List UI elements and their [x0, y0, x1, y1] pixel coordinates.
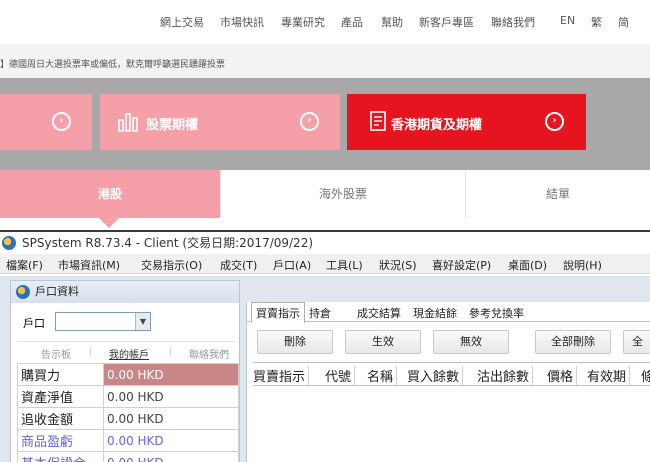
menu-market-info[interactable]: 市場資訊(M)	[58, 257, 120, 273]
row-value: 0.00 HKD	[103, 363, 239, 386]
tab-positions[interactable]: 持倉	[309, 305, 331, 321]
table-row: 追收金額 0.00 HKD	[17, 407, 239, 430]
row-value: 0.00 HKD	[103, 407, 239, 430]
menu-help[interactable]: 說明(H)	[563, 257, 602, 273]
arrow-circle-icon[interactable]: ›	[545, 112, 564, 131]
account-panel: 戶口資料 戶口 ▼ 告示板 | 我的帳戶 | 聯絡我們 購買力 0.00 HKD	[10, 280, 240, 462]
spsystem-window: SPSystem R8.73.4 - Client (交易日期:2017/09/…	[0, 230, 650, 462]
col-order[interactable]: 買賣指示	[253, 366, 310, 385]
col-price[interactable]: 價格	[547, 366, 578, 385]
tab-hk-stocks[interactable]: 港股	[0, 170, 220, 228]
nav-new-client[interactable]: 新客戶專區	[419, 14, 474, 30]
deactivate-button[interactable]: 無效	[433, 330, 509, 354]
tab-overseas-stocks[interactable]: 海外股票	[220, 170, 465, 218]
tab-trade-settlement[interactable]: 成交結算	[357, 305, 401, 321]
window-titlebar[interactable]: SPSystem R8.73.4 - Client (交易日期:2017/09/…	[0, 232, 650, 254]
row-value: 0.00 HKD	[103, 451, 239, 462]
tab-exchange-rates[interactable]: 參考兌換率	[469, 305, 524, 321]
account-subtabs: 告示板 | 我的帳戶 | 聯絡我們	[17, 341, 235, 361]
activate-button[interactable]: 生效	[345, 330, 421, 354]
nav-help[interactable]: 幫助	[381, 14, 403, 30]
menu-bar: 檔案(F) 市場資訊(M) 交易指示(O) 成交(T) 戶口(A) 工具(L) …	[0, 254, 650, 274]
arrow-circle-icon[interactable]: ›	[300, 112, 319, 131]
orders-panel: 買賣指示 持倉 成交結算 現金結餘 參考兌換率 刪除 生效 無效 全部刪除 全 …	[246, 302, 650, 462]
all-button[interactable]: 全	[623, 330, 650, 354]
col-condition[interactable]: 條	[641, 366, 650, 385]
tile-stock-options[interactable]: 股票期權 ›	[100, 94, 340, 150]
news-ticker[interactable]: 】德國周日大選投票率或偏低，默克爾呼籲選民踴躍投票	[0, 44, 650, 78]
lang-en[interactable]: EN	[560, 14, 575, 27]
account-select[interactable]: ▼	[55, 312, 151, 331]
table-row: 購買力 0.00 HKD	[17, 363, 239, 386]
row-value: 0.00 HKD	[103, 385, 239, 408]
subtab-contact-us[interactable]: 聯絡我們	[189, 346, 229, 361]
workspace: 戶口資料 戶口 ▼ 告示板 | 我的帳戶 | 聯絡我們 購買力 0.00 HKD	[0, 276, 650, 462]
row-label: 追收金額	[17, 407, 104, 430]
menu-orders[interactable]: 交易指示(O)	[141, 257, 202, 273]
delete-all-button[interactable]: 全部刪除	[535, 330, 611, 354]
menu-tools[interactable]: 工具(L)	[326, 257, 363, 273]
row-label: 資產淨值	[17, 385, 104, 408]
account-panel-title: 戶口資料	[35, 285, 79, 298]
window-title: SPSystem R8.73.4 - Client (交易日期:2017/09/…	[22, 236, 314, 250]
top-navigation: 網上交易 市場快訊 專業研究 產品 幫助 新客戶專區 聯絡我們 EN 繁 简	[0, 0, 650, 44]
market-tabs: 港股 海外股票 結單	[0, 170, 650, 228]
col-buy-remaining[interactable]: 買入餘數	[407, 366, 464, 385]
menu-status[interactable]: 狀況(S)	[379, 257, 417, 273]
table-row: 商品盈虧 0.00 HKD	[17, 429, 239, 452]
nav-contact[interactable]: 聯絡我們	[491, 14, 535, 30]
lang-traditional[interactable]: 繁	[591, 14, 602, 30]
lang-simplified[interactable]: 简	[618, 14, 629, 30]
tab-statements[interactable]: 結單	[465, 170, 650, 218]
subtab-my-account[interactable]: 我的帳戶	[109, 346, 149, 361]
app-logo-icon	[16, 285, 30, 299]
tile-hk-futures[interactable]: 香港期貨及期權 ›	[347, 94, 586, 150]
subtab-separator: |	[89, 346, 93, 357]
account-label: 戶口	[23, 317, 45, 330]
arrow-circle-icon[interactable]: ›	[52, 112, 71, 131]
tab-orders[interactable]: 買賣指示	[251, 302, 305, 323]
order-action-buttons: 刪除 生效 無效 全部刪除 全	[247, 322, 650, 358]
row-value: 0.00 HKD	[103, 429, 239, 452]
app-logo-icon	[2, 236, 16, 250]
col-validity[interactable]: 有效期	[587, 366, 631, 385]
nav-products[interactable]: 產品	[341, 14, 363, 30]
table-row: 資產淨值 0.00 HKD	[17, 385, 239, 408]
nav-market-news[interactable]: 市場快訊	[220, 14, 264, 30]
row-label: 購買力	[17, 363, 104, 386]
menu-preferences[interactable]: 喜好設定(P)	[432, 257, 491, 273]
nav-online-trading[interactable]: 網上交易	[160, 14, 204, 30]
nav-research[interactable]: 專業研究	[281, 14, 325, 30]
chevron-down-icon[interactable]: ▼	[135, 313, 150, 330]
menu-trades[interactable]: 成交(T)	[220, 257, 257, 273]
menu-desktop[interactable]: 桌面(D)	[508, 257, 547, 273]
subtab-notice-board[interactable]: 告示板	[41, 346, 71, 361]
account-panel-header[interactable]: 戶口資料	[11, 281, 239, 303]
row-label[interactable]: 商品盈虧	[17, 429, 104, 452]
row-label[interactable]: 基本保證金	[17, 451, 104, 462]
account-summary-table: 購買力 0.00 HKD 資產淨值 0.00 HKD 追收金額 0.00 HKD…	[17, 363, 239, 462]
subtab-separator: |	[169, 346, 173, 357]
tile-stock-options-label: 股票期權	[146, 118, 199, 133]
menu-account[interactable]: 戶口(A)	[273, 257, 311, 273]
tile-hk-futures-label: 香港期貨及期權	[391, 118, 483, 133]
col-name[interactable]: 名稱	[367, 366, 398, 385]
ticker-text[interactable]: 】德國周日大選投票率或偏低，默克爾呼籲選民踴躍投票	[0, 57, 225, 70]
orders-tabs: 買賣指示 持倉 成交結算 現金結餘 參考兌換率	[247, 302, 650, 323]
col-sell-remaining[interactable]: 沽出餘數	[477, 366, 534, 385]
tab-cash-balance[interactable]: 現金結餘	[413, 305, 457, 321]
tile-first[interactable]: ›	[0, 94, 92, 150]
col-code[interactable]: 代號	[325, 366, 356, 385]
table-row: 基本保證金 0.00 HKD	[17, 451, 239, 462]
product-banner: › 股票期權 › 香港期貨及期權 ›	[0, 78, 650, 170]
orders-grid-header: 買賣指示 代號 名稱 買入餘數 沽出餘數 價格 有效期 條	[253, 362, 650, 386]
document-icon	[370, 111, 386, 131]
bar-chart-icon	[118, 113, 138, 132]
menu-file[interactable]: 檔案(F)	[6, 257, 43, 273]
delete-button[interactable]: 刪除	[257, 330, 333, 354]
